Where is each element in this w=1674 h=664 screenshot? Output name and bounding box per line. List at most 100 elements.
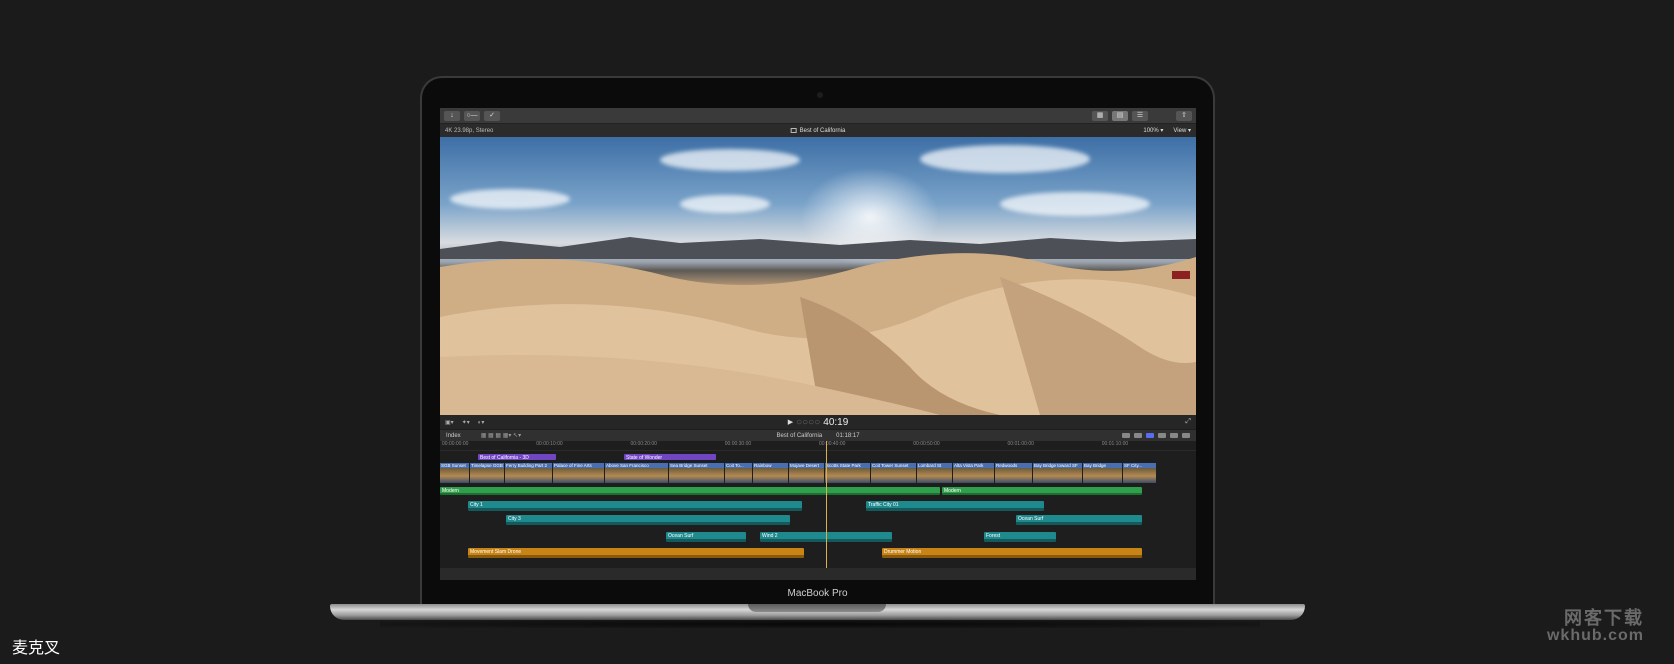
laptop-lid: ↓ ○— ✓ ▦ ▤ ☰ ⇧ 4K 23.98p, Stereo Best of…	[420, 76, 1215, 606]
timeline[interactable]: 00:00:00:00 00:00:10:00 00:00:20:00 00:0…	[440, 441, 1196, 568]
view-menu[interactable]: View ▾	[1173, 127, 1191, 134]
audio-meter-icon[interactable]	[1122, 433, 1130, 438]
crop-icon[interactable]: ▣▾	[445, 419, 454, 426]
cloud	[1000, 192, 1150, 216]
play-icon[interactable]: ▶	[788, 418, 793, 426]
timecode-placeholder: ○○○○	[796, 416, 821, 428]
transport-bar: ▣▾ ✦▾ ◐▾ ▶ ○○○○ 40:19 ⤢	[440, 415, 1196, 429]
caption-text: 麦克叉	[12, 640, 61, 657]
laptop-base	[330, 604, 1305, 620]
timecode-display: ▶ ○○○○ 40:19	[788, 417, 849, 428]
audio-clip[interactable]: Ocean Surf	[1016, 515, 1142, 525]
zoom-menu[interactable]: 100% ▾	[1143, 127, 1163, 134]
timeline-controls	[1122, 433, 1190, 438]
film-icon	[790, 128, 797, 133]
video-clip[interactable]: Mojave Desert	[789, 463, 825, 483]
music-clip[interactable]: Modern	[440, 487, 940, 495]
format-label: 4K 23.98p, Stereo	[445, 127, 494, 134]
timeline-title-group: Best of California 01:18:17	[776, 433, 859, 439]
cloud	[660, 149, 800, 171]
cloud	[450, 189, 570, 209]
video-clip[interactable]: Redwoods	[995, 463, 1033, 483]
viewer-controls: 100% ▾ View ▾	[1143, 127, 1191, 134]
view-menu-label: View	[1173, 128, 1187, 134]
zoom-slider[interactable]	[1146, 433, 1154, 438]
video-clip[interactable]: Coit Tower Sunset	[871, 463, 917, 483]
bezel-label: MacBook Pro	[787, 588, 848, 599]
import-icon[interactable]: ↓	[444, 110, 460, 121]
sfx-clip[interactable]: Movement Slam Drone	[468, 548, 804, 558]
video-clip[interactable]: Bay Bridge toward SF	[1033, 463, 1083, 483]
music-clip[interactable]: Modern	[942, 487, 1142, 495]
sign-marker	[1172, 271, 1190, 279]
stage: ↓ ○— ✓ ▦ ▤ ☰ ⇧ 4K 23.98p, Stereo Best of…	[0, 0, 1674, 664]
transitions-icon[interactable]	[1182, 433, 1190, 438]
video-clip[interactable]: Timelapse GGB	[470, 463, 505, 483]
watermark-line1: 网客下载	[1564, 608, 1644, 628]
video-clip[interactable]: Alta Vista Park	[953, 463, 995, 483]
zoom-value: 100%	[1143, 128, 1159, 134]
sfx-clip[interactable]: Drummer Motion	[882, 548, 1142, 558]
share-icon[interactable]: ⇧	[1176, 110, 1192, 121]
ruler-tick: 00:00:30:00	[724, 441, 752, 447]
watermark-line2: wkhub.com	[1546, 627, 1644, 644]
key-icon[interactable]: ○—	[464, 110, 480, 121]
magic-wand-icon[interactable]: ✦▾	[462, 419, 470, 426]
video-clip[interactable]: Palace of Fine Arts	[553, 463, 605, 483]
video-clip[interactable]: SF City...	[1123, 463, 1157, 483]
sand-dunes	[440, 253, 1196, 415]
ruler-tick: 00:00:10:00	[536, 441, 563, 447]
video-clip[interactable]: Bay Bridge	[1083, 463, 1123, 483]
skimming-icon[interactable]	[1134, 433, 1142, 438]
check-icon[interactable]: ✓	[484, 110, 500, 121]
video-clip[interactable]: Sea Bridge Sunset	[669, 463, 725, 483]
viewer-title-group: Best of California	[790, 127, 846, 134]
video-clip[interactable]: Scotts State Park	[825, 463, 871, 483]
video-clip[interactable]: Above San Francisco	[605, 463, 669, 483]
timeline-ruler: 00:00:00:00 00:00:10:00 00:00:20:00 00:0…	[440, 441, 1196, 451]
viewer-header: 4K 23.98p, Stereo Best of California 100…	[440, 124, 1196, 137]
project-name: Best of California	[776, 432, 823, 439]
ruler-tick: 00:01:00:00	[1007, 441, 1034, 447]
app-toolbar: ↓ ○— ✓ ▦ ▤ ☰ ⇧	[440, 108, 1196, 124]
project-duration: 01:18:17	[836, 432, 860, 439]
screen: ↓ ○— ✓ ▦ ▤ ☰ ⇧ 4K 23.98p, Stereo Best of…	[440, 108, 1196, 580]
audio-clip[interactable]: City 1	[468, 501, 802, 511]
playhead[interactable]	[826, 441, 827, 568]
inspector-icon[interactable]: ☰	[1132, 110, 1148, 121]
speed-icon[interactable]: ◐▾	[478, 419, 485, 426]
fullscreen-icon[interactable]: ⤢	[1185, 418, 1191, 426]
watermark: 网客下载 wkhub.com	[1547, 609, 1644, 645]
ruler-tick: 00:00:20:00	[630, 441, 657, 447]
audio-clip[interactable]: City 3	[506, 515, 790, 525]
opening-notch	[748, 604, 886, 612]
audio-clip[interactable]: Forest	[984, 532, 1056, 542]
primary-storyline: SGB Sunset Timelapse GGB Ferry Building …	[440, 463, 1196, 483]
viewer-title: Best of California	[799, 127, 846, 134]
base-shadow	[380, 620, 1260, 628]
clip-appearance-icon[interactable]	[1158, 433, 1166, 438]
title-clip[interactable]: Best of California - 3D	[478, 454, 556, 460]
cloud	[680, 195, 770, 213]
transport-tools: ▣▾ ✦▾ ◐▾	[445, 419, 484, 426]
index-button[interactable]: Index	[446, 433, 461, 439]
video-clip[interactable]: SGB Sunset	[440, 463, 470, 483]
ruler-tick: 00:01:10:00	[1101, 441, 1129, 447]
audio-clip[interactable]: Ocean Surf	[666, 532, 746, 542]
timecode-value: 40:19	[823, 416, 849, 428]
video-clip[interactable]: Ferry Building Part 2	[505, 463, 553, 483]
video-clip[interactable]: Rainbow	[753, 463, 789, 483]
video-viewer[interactable]	[440, 137, 1196, 415]
title-clip[interactable]: State of Wonder	[624, 454, 716, 460]
ruler-tick: 00:00:40:00	[819, 441, 846, 447]
filmstrip-view-icon[interactable]: ▤	[1112, 110, 1128, 121]
video-clip[interactable]: Coit To...	[725, 463, 753, 483]
ruler-tick: 00:00:00:00	[442, 441, 469, 447]
audio-clip[interactable]: Traffic City 01	[866, 501, 1044, 511]
effects-icon[interactable]	[1170, 433, 1178, 438]
edit-tools-icon[interactable]: ▦ ▦ ▦ ▦▾ ↖▾	[481, 432, 521, 439]
camera-icon	[817, 92, 823, 98]
ruler-tick: 00:00:50:00	[913, 441, 940, 447]
grid-view-icon[interactable]: ▦	[1092, 110, 1108, 121]
video-clip[interactable]: Lombard St	[917, 463, 953, 483]
